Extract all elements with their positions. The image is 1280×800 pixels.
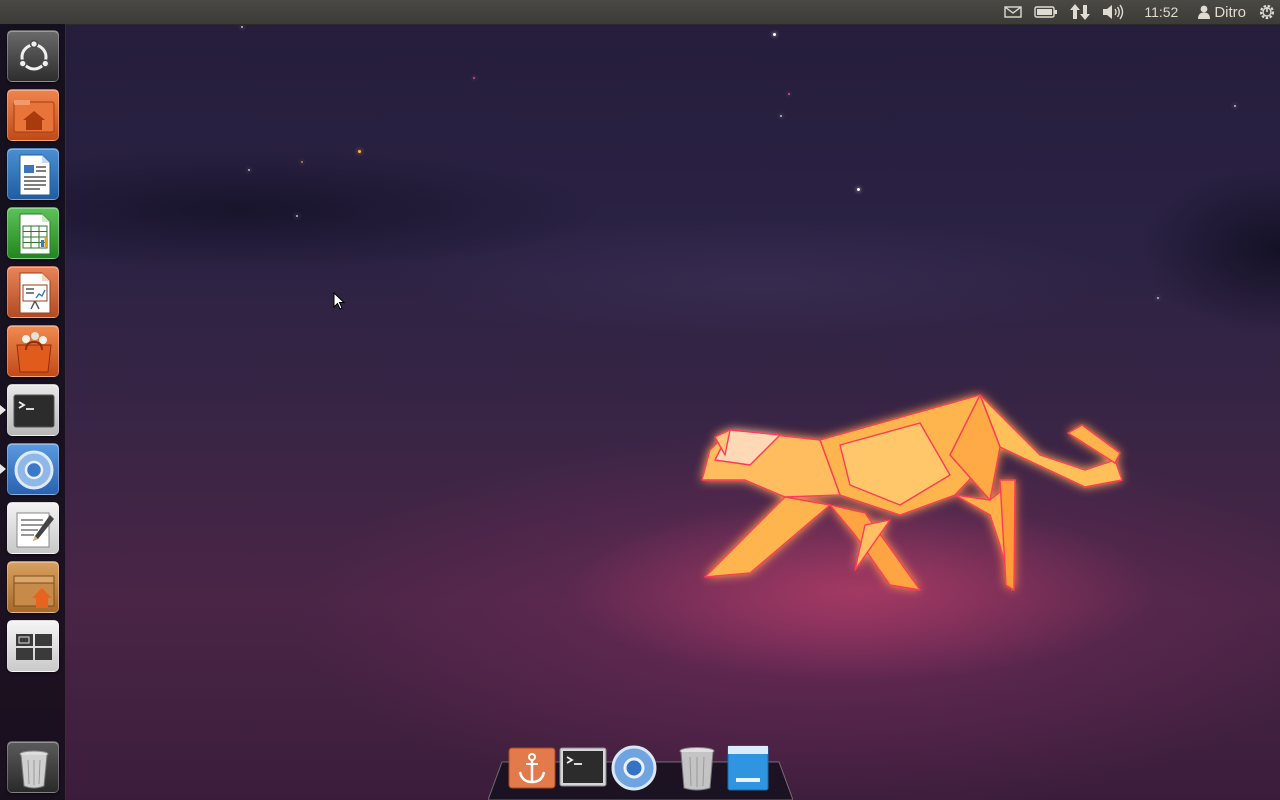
gear-power-icon [1259,4,1275,20]
star [1157,297,1159,299]
impress-presentation-icon [19,272,51,314]
network-arrows-icon [1070,4,1091,20]
workspaces-icon [16,634,52,660]
dock-item-docky[interactable] [508,744,556,792]
star [241,26,243,28]
launcher-item-archive-manager[interactable] [7,561,59,613]
clock-indicator[interactable]: 11:52 [1130,0,1192,24]
shopping-bag-icon [16,332,52,373]
user-name: Ditro [1214,3,1246,21]
clock-text: 11:52 [1144,4,1179,20]
trash-icon [679,747,715,791]
desktop-wallpaper[interactable] [0,0,1280,800]
text-editor-icon [16,512,54,548]
speaker-icon [1103,4,1124,20]
top-panel: 11:52 Ditro [0,0,1280,25]
home-folder-icon [13,100,55,133]
sound-indicator[interactable] [1096,0,1130,24]
launcher-item-text-editor[interactable] [7,502,59,554]
mouse-pointer-icon [333,292,346,310]
chromium-icon [611,745,657,791]
launcher-item-home-folder[interactable] [7,89,59,141]
drive-icon [727,745,769,791]
star [301,161,303,163]
launcher-item-terminal[interactable] [7,384,59,436]
battery-indicator[interactable] [1028,0,1064,24]
messaging-indicator[interactable] [998,0,1028,24]
star [248,169,250,171]
anchor-icon [508,747,556,789]
dock-item-chromium-browser[interactable] [610,744,658,792]
writer-document-icon [19,154,51,196]
package-icon [13,575,55,608]
session-indicator[interactable] [1252,0,1280,24]
user-icon [1198,5,1211,19]
running-indicator [0,405,6,415]
network-indicator[interactable] [1064,0,1096,24]
launcher-item-libreoffice-calc[interactable] [7,207,59,259]
origami-cat-illustration [701,394,1123,591]
unity-launcher [0,24,66,800]
star [1234,105,1236,107]
ubuntu-logo-icon [18,39,50,71]
running-indicator [0,464,6,474]
dock-item-removable-drive[interactable] [724,744,772,792]
docky-dock [488,745,793,800]
battery-icon [1034,6,1058,18]
launcher-item-chromium-browser[interactable] [7,443,59,495]
star [773,33,776,36]
launcher-item-trash[interactable] [7,741,59,793]
star [358,150,361,153]
star [473,77,475,79]
calc-spreadsheet-icon [19,213,51,255]
mail-icon [1004,6,1023,18]
launcher-item-software-center[interactable] [7,325,59,377]
user-indicator[interactable]: Ditro [1192,0,1252,24]
terminal-icon [559,747,607,787]
launcher-item-libreoffice-impress[interactable] [7,266,59,318]
launcher-item-workspace-switcher[interactable] [7,620,59,672]
chromium-icon [14,450,54,490]
star [296,215,298,217]
dock-item-terminal[interactable] [559,744,607,792]
dock-item-trash[interactable] [673,744,721,792]
trash-icon [19,750,49,789]
terminal-icon [13,394,55,428]
launcher-item-dash-home[interactable] [7,30,59,82]
star [857,188,860,191]
star [788,93,790,95]
launcher-item-libreoffice-writer[interactable] [7,148,59,200]
star [780,115,782,117]
